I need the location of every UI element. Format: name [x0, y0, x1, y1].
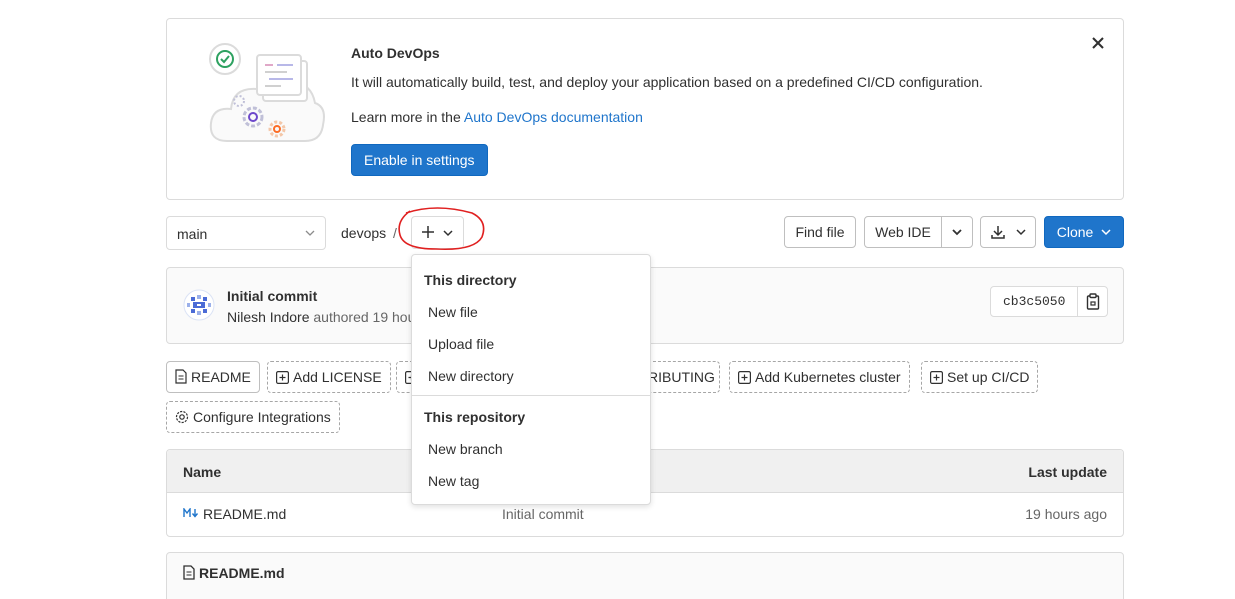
download-button[interactable]: [980, 216, 1036, 248]
auto-devops-banner: Auto DevOps It will automatically build,…: [166, 18, 1124, 200]
configure-integrations-label: Configure Integrations: [193, 409, 331, 425]
file-icon: [183, 565, 195, 580]
find-file-button[interactable]: Find file: [784, 216, 856, 248]
commit-sha[interactable]: cb3c5050: [1003, 294, 1065, 309]
file-last-update: 19 hours ago: [1025, 506, 1107, 522]
breadcrumb-separator: /: [393, 225, 397, 241]
clipboard-icon: [1086, 293, 1100, 310]
dropdown-divider: [412, 395, 650, 396]
readme-panel-title: README.md: [199, 565, 285, 581]
readme-panel-header: README.md: [183, 565, 285, 581]
commit-title[interactable]: Initial commit: [227, 288, 317, 304]
readme-panel: README.md: [166, 552, 1124, 599]
breadcrumb-project[interactable]: devops: [341, 225, 386, 241]
readme-shortcut-label: README: [191, 369, 251, 385]
auto-devops-docs-link[interactable]: Auto DevOps documentation: [464, 109, 643, 125]
plus-icon: [422, 226, 434, 238]
plus-square-icon: [930, 371, 944, 385]
branch-selector[interactable]: main: [166, 216, 326, 250]
banner-learn-more: Learn more in the Auto DevOps documentat…: [351, 109, 643, 125]
readme-shortcut[interactable]: README: [166, 361, 260, 393]
column-header-name: Name: [183, 464, 222, 480]
file-icon: [175, 369, 187, 384]
new-tag-menu-item[interactable]: New tag: [428, 473, 479, 489]
plus-square-icon: [276, 371, 290, 385]
breadcrumb[interactable]: devops: [341, 225, 386, 241]
dropdown-header-this-repository: This repository: [424, 409, 526, 425]
add-contributing-label-visible: RIBUTING: [648, 369, 715, 385]
plus-square-icon: [738, 371, 752, 385]
web-ide-dropdown-toggle[interactable]: [941, 216, 973, 248]
dropdown-header-this-directory: This directory: [424, 272, 517, 288]
new-branch-menu-item[interactable]: New branch: [428, 441, 503, 457]
branch-name: main: [177, 226, 208, 242]
auto-devops-illustration-icon: [209, 43, 325, 142]
file-name-link[interactable]: README.md: [203, 506, 286, 522]
chevron-down-icon: [952, 229, 962, 236]
setup-cicd-shortcut[interactable]: Set up CI/CD: [921, 361, 1039, 393]
chevron-down-icon: [1016, 229, 1026, 236]
gear-icon: [175, 410, 189, 424]
add-to-tree-button[interactable]: [411, 216, 464, 249]
add-kubernetes-label: Add Kubernetes cluster: [755, 369, 901, 385]
add-license-shortcut[interactable]: Add LICENSE: [267, 361, 391, 393]
chevron-down-icon: [305, 230, 315, 236]
avatar[interactable]: [183, 289, 215, 321]
copy-sha-button[interactable]: [1077, 287, 1108, 316]
learn-more-prefix: Learn more in the: [351, 109, 464, 125]
commit-authored-time: authored 19 hou: [309, 309, 416, 325]
web-ide-button[interactable]: Web IDE: [864, 216, 942, 248]
add-to-tree-dropdown: This directory New file Upload file New …: [411, 254, 651, 505]
clone-label: Clone: [1056, 224, 1094, 240]
new-directory-menu-item[interactable]: New directory: [428, 368, 514, 384]
setup-cicd-label: Set up CI/CD: [947, 369, 1030, 385]
markdown-icon: [183, 508, 199, 518]
clone-button[interactable]: Clone: [1044, 216, 1124, 248]
configure-integrations-shortcut[interactable]: Configure Integrations: [166, 401, 340, 433]
chevron-down-icon: [443, 230, 453, 237]
column-header-last-update: Last update: [1028, 464, 1107, 480]
banner-title: Auto DevOps: [351, 45, 440, 61]
enable-in-settings-button[interactable]: Enable in settings: [351, 144, 488, 176]
add-license-label: Add LICENSE: [293, 369, 382, 385]
add-kubernetes-shortcut[interactable]: Add Kubernetes cluster: [729, 361, 910, 393]
commit-sha-group: cb3c5050: [990, 286, 1108, 317]
chevron-down-icon: [1101, 229, 1111, 236]
banner-description: It will automatically build, test, and d…: [351, 74, 983, 90]
new-file-menu-item[interactable]: New file: [428, 304, 478, 320]
commit-author[interactable]: Nilesh Indore: [227, 309, 310, 325]
download-icon: [991, 226, 1005, 239]
file-last-commit-link[interactable]: Initial commit: [502, 506, 584, 522]
close-icon[interactable]: [1089, 34, 1107, 52]
upload-file-menu-item[interactable]: Upload file: [428, 336, 494, 352]
add-contributing-shortcut-end[interactable]: RIBUTING: [648, 361, 720, 393]
commit-meta: Nilesh Indore authored 19 hou: [227, 309, 415, 325]
